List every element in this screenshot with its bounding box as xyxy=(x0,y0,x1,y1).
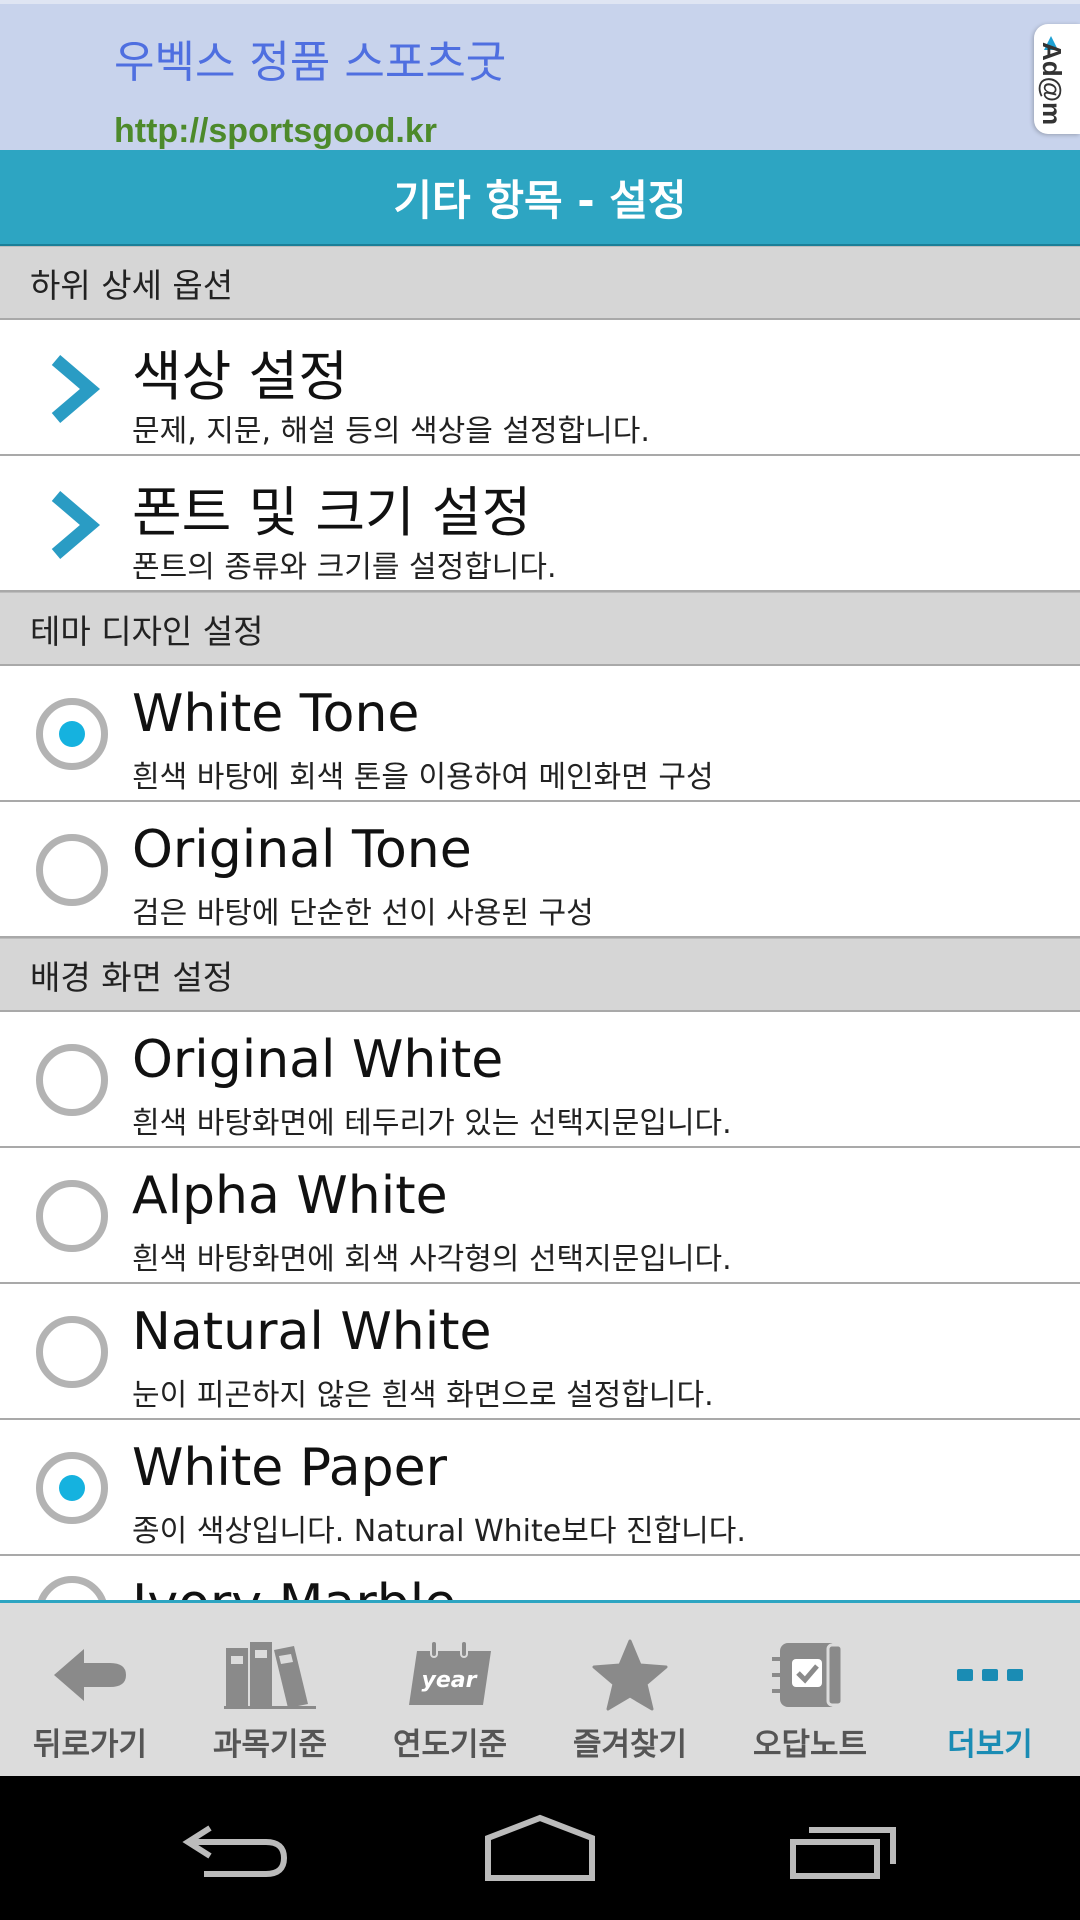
item-title: Original Tone xyxy=(132,820,472,880)
section-header-background: 배경 화면 설정 xyxy=(0,938,1080,1012)
section-header-theme-design: 테마 디자인 설정 xyxy=(0,592,1080,666)
tab-back[interactable]: 뒤로가기 xyxy=(0,1603,180,1776)
radio-button[interactable] xyxy=(36,1316,108,1388)
item-description: 눈이 피곤하지 않은 흰색 화면으로 설정합니다. xyxy=(132,1378,714,1413)
nav-home-icon[interactable] xyxy=(480,1806,600,1890)
bottom-tab-bar: 뒤로가기 과목기준 year 연도기준 즐겨찾기 오답노트 더보기 xyxy=(0,1600,1080,1776)
more-dots-icon xyxy=(940,1637,1040,1713)
item-description: 폰트의 종류와 크기를 설정합니다. xyxy=(132,550,557,585)
section-header-detail-options: 하위 상세 옵션 xyxy=(0,246,1080,320)
star-icon xyxy=(580,1637,680,1713)
chevron-right-icon xyxy=(51,355,101,423)
tab-label: 오답노트 xyxy=(752,1727,868,1763)
ad-url[interactable]: http://sportsgood.kr xyxy=(114,112,437,151)
nav-back-icon[interactable] xyxy=(180,1806,300,1890)
ad-badge-label: Ad@m xyxy=(1037,42,1067,126)
tab-wrong-answer-note[interactable]: 오답노트 xyxy=(720,1603,900,1776)
item-title: White Paper xyxy=(132,1438,447,1498)
tab-label: 과목기준 xyxy=(212,1727,328,1763)
section-label: 테마 디자인 설정 xyxy=(30,611,264,651)
item-title: Ivory Marble xyxy=(132,1574,456,1600)
theme-original-tone-option[interactable]: Original Tone 검은 바탕에 단순한 선이 사용된 구성 xyxy=(0,802,1080,938)
bg-natural-white-option[interactable]: Natural White 눈이 피곤하지 않은 흰색 화면으로 설정합니다. xyxy=(0,1284,1080,1420)
item-description: 검은 바탕에 단순한 선이 사용된 구성 xyxy=(132,896,594,931)
books-icon xyxy=(220,1637,320,1713)
ad-title[interactable]: 우벡스 정품 스포츠굿 xyxy=(114,26,506,90)
page-title: 기타 항목 - 설정 xyxy=(393,175,687,225)
item-description: 흰색 바탕화면에 테두리가 있는 선택지문입니다. xyxy=(132,1106,732,1141)
tab-label: 뒤로가기 xyxy=(32,1727,148,1763)
font-size-settings-item[interactable]: 폰트 및 크기 설정 폰트의 종류와 크기를 설정합니다. xyxy=(0,456,1080,592)
item-description: 종이 색상입니다. Natural White보다 진합니다. xyxy=(132,1514,746,1549)
tab-by-year[interactable]: year 연도기준 xyxy=(360,1603,540,1776)
tab-by-subject[interactable]: 과목기준 xyxy=(180,1603,360,1776)
radio-button[interactable] xyxy=(36,1576,108,1600)
item-description: 흰색 바탕에 회색 톤을 이용하여 메인화면 구성 xyxy=(132,760,714,795)
notebook-check-icon xyxy=(760,1637,860,1713)
item-description: 문제, 지문, 해설 등의 색상을 설정합니다. xyxy=(132,414,650,449)
item-title: 폰트 및 크기 설정 xyxy=(132,481,532,544)
ad-banner[interactable]: 우벡스 정품 스포츠굿 http://sportsgood.kr Ad@m xyxy=(0,0,1080,150)
item-description: 흰색 바탕화면에 회색 사각형의 선택지문입니다. xyxy=(132,1242,732,1277)
ad-badge[interactable]: Ad@m xyxy=(1034,24,1080,134)
radio-button[interactable] xyxy=(36,834,108,906)
bg-original-white-option[interactable]: Original White 흰색 바탕화면에 테두리가 있는 선택지문입니다. xyxy=(0,1012,1080,1148)
color-settings-item[interactable]: 색상 설정 문제, 지문, 해설 등의 색상을 설정합니다. xyxy=(0,320,1080,456)
item-title: Original White xyxy=(132,1030,504,1090)
tab-more[interactable]: 더보기 xyxy=(900,1603,1080,1776)
back-arrow-icon xyxy=(40,1637,140,1713)
item-title: White Tone xyxy=(132,684,420,744)
nav-recents-icon[interactable] xyxy=(785,1806,905,1890)
radio-button[interactable] xyxy=(36,1044,108,1116)
tab-label: 더보기 xyxy=(947,1727,1033,1763)
section-label: 하위 상세 옵션 xyxy=(30,265,234,305)
bg-ivory-marble-option[interactable]: Ivory Marble xyxy=(0,1556,1080,1600)
bg-white-paper-option[interactable]: White Paper 종이 색상입니다. Natural White보다 진합… xyxy=(0,1420,1080,1556)
item-title: Alpha White xyxy=(132,1166,448,1226)
theme-white-tone-option[interactable]: White Tone 흰색 바탕에 회색 톤을 이용하여 메인화면 구성 xyxy=(0,666,1080,802)
settings-list[interactable]: 하위 상세 옵션 색상 설정 문제, 지문, 해설 등의 색상을 설정합니다. … xyxy=(0,246,1080,1600)
tab-favorites[interactable]: 즐겨찾기 xyxy=(540,1603,720,1776)
tab-label: 즐겨찾기 xyxy=(572,1727,688,1763)
item-title: 색상 설정 xyxy=(132,345,348,408)
tab-label: 연도기준 xyxy=(392,1727,508,1763)
title-bar: 기타 항목 - 설정 xyxy=(0,150,1080,246)
section-label: 배경 화면 설정 xyxy=(30,957,234,997)
radio-button[interactable] xyxy=(36,1180,108,1252)
system-nav-bar xyxy=(0,1776,1080,1920)
radio-button-selected[interactable] xyxy=(36,1452,108,1524)
chevron-right-icon xyxy=(51,491,101,559)
bg-alpha-white-option[interactable]: Alpha White 흰색 바탕화면에 회색 사각형의 선택지문입니다. xyxy=(0,1148,1080,1284)
item-title: Natural White xyxy=(132,1302,492,1362)
radio-button-selected[interactable] xyxy=(36,698,108,770)
year-icon-text: year xyxy=(422,1668,478,1693)
year-calendar-icon: year xyxy=(400,1637,500,1713)
